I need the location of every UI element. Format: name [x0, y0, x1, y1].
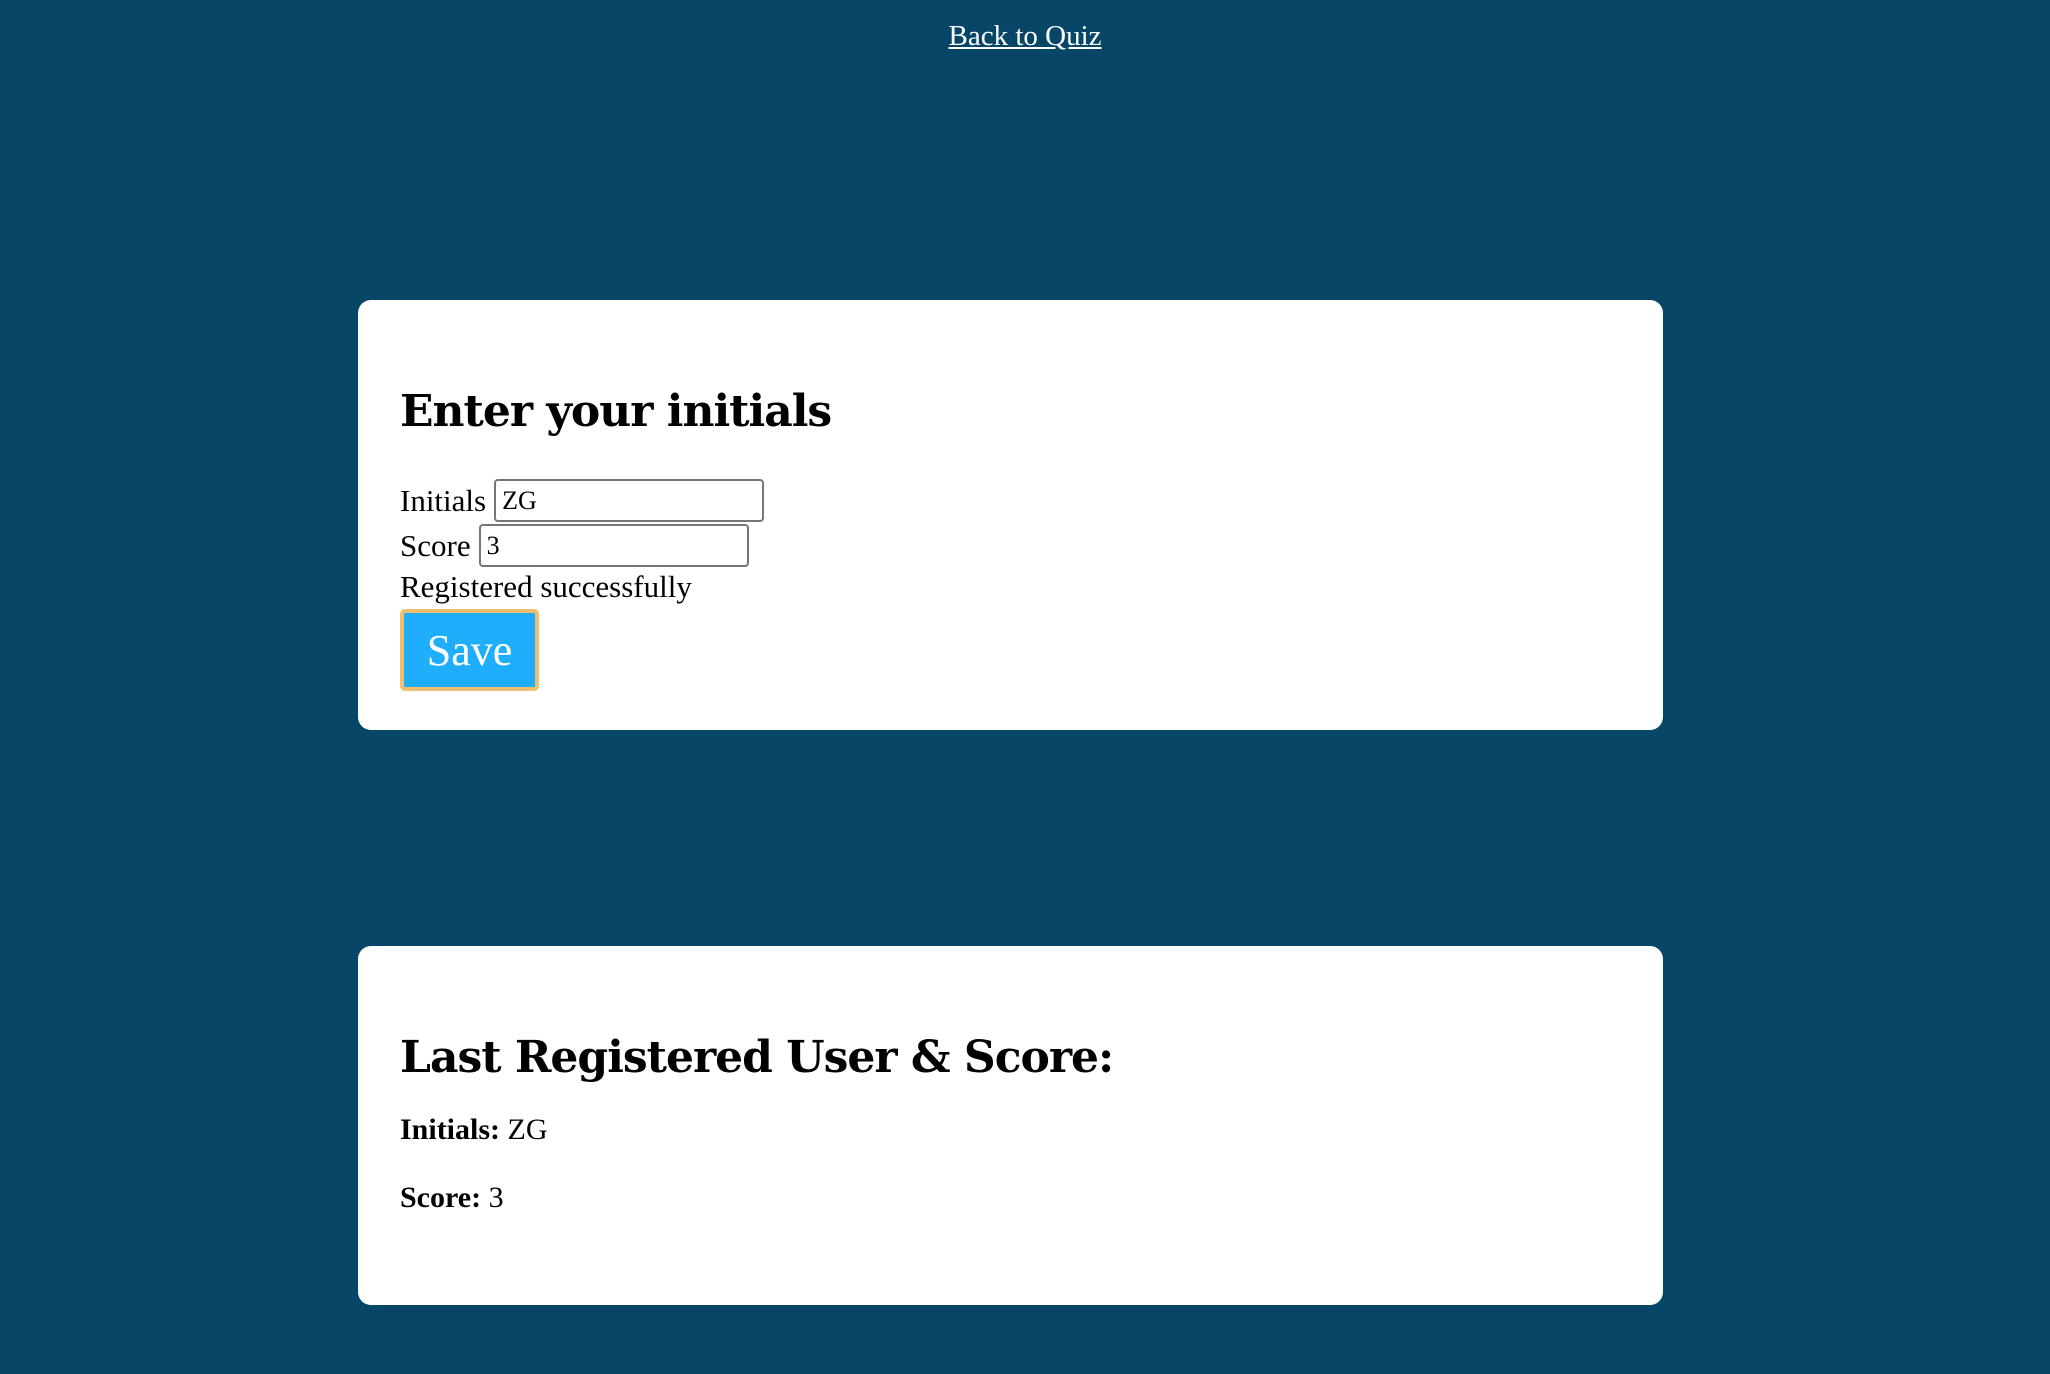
form-title: Enter your initials: [400, 386, 832, 437]
last-initials: Initials: ZG: [400, 1113, 1621, 1147]
last-registered-title: Last Registered User & Score:: [400, 1032, 1114, 1083]
score-row: Score: [400, 524, 1621, 567]
score-label: Score: [400, 527, 471, 563]
last-score-label: Score:: [400, 1181, 482, 1214]
initials-input[interactable]: [494, 479, 765, 522]
last-initials-label: Initials:: [400, 1113, 501, 1146]
last-score-value: 3: [488, 1181, 504, 1214]
back-to-quiz-link[interactable]: Back to Quiz: [948, 20, 1101, 52]
last-registered-info: Initials: ZG Score: 3: [400, 1113, 1621, 1215]
back-nav: Back to Quiz: [0, 20, 2050, 53]
last-score: Score: 3: [400, 1181, 1621, 1215]
initials-label: Initials: [400, 482, 487, 518]
last-initials-value: ZG: [507, 1113, 548, 1146]
initials-row: Initials: [400, 479, 1621, 522]
initials-form-card: Enter your initials Initials Score Regis…: [358, 300, 1663, 730]
score-input[interactable]: [478, 524, 749, 567]
status-message: Registered successfully: [400, 569, 692, 604]
save-button[interactable]: Save: [400, 609, 539, 691]
initials-form: Initials Score Registered successfully S…: [400, 479, 1621, 691]
last-registered-card: Last Registered User & Score: Initials: …: [358, 946, 1663, 1305]
